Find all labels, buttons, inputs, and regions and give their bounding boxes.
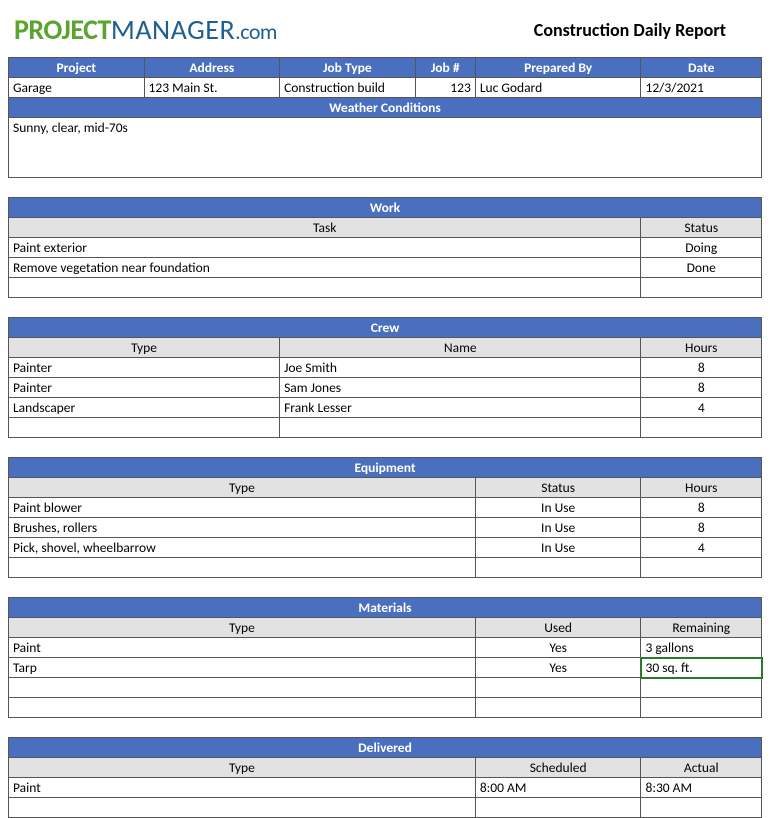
spacer [9,578,762,598]
cell-mat-type[interactable]: Tarp [9,658,476,678]
cell-equip-hours[interactable] [641,558,762,578]
cell-crew-name[interactable] [280,418,641,438]
cell-mat-remaining[interactable] [641,678,762,698]
logo-part2: MANAGER [111,12,235,47]
cell-address[interactable]: 123 Main St. [144,78,280,98]
cell-work-status[interactable] [641,278,762,298]
cell-equip-type[interactable]: Brushes, rollers [9,518,476,538]
header: PROJECTMANAGER.com Construction Daily Re… [0,0,770,57]
cell-equip-hours[interactable]: 8 [641,498,762,518]
cell-mat-remaining[interactable] [641,698,762,718]
cell-work-task[interactable]: Remove vegetation near foundation [9,258,641,278]
cell-del-scheduled[interactable]: 8:00 AM [475,778,641,798]
section-work: Work [9,198,762,218]
col-mat-type: Type [9,618,476,638]
col-crew-type: Type [9,338,280,358]
cell-mat-used[interactable]: Yes [475,638,641,658]
cell-crew-hours[interactable]: 4 [641,398,762,418]
cell-work-task[interactable]: Paint exterior [9,238,641,258]
cell-crew-type[interactable]: Painter [9,358,280,378]
col-date: Date [641,58,762,78]
cell-mat-type[interactable]: Paint [9,638,476,658]
report-table: Project Address Job Type Job # Prepared … [8,57,762,818]
col-crew-name: Name [280,338,641,358]
cell-del-actual[interactable]: 8:30 AM [641,778,762,798]
logo: PROJECTMANAGER.com [14,12,534,47]
cell-mat-used[interactable] [475,698,641,718]
cell-del-type[interactable] [9,798,476,818]
section-materials: Materials [9,598,762,618]
col-del-type: Type [9,758,476,778]
col-mat-used: Used [475,618,641,638]
col-jobtype: Job Type [280,58,416,78]
section-crew: Crew [9,318,762,338]
cell-work-status[interactable]: Doing [641,238,762,258]
cell-crew-hours[interactable] [641,418,762,438]
cell-equip-status[interactable]: In Use [475,538,641,558]
cell-mat-type[interactable] [9,678,476,698]
cell-work-task[interactable] [9,278,641,298]
col-mat-remaining: Remaining [641,618,762,638]
cell-mat-used[interactable]: Yes [475,658,641,678]
cell-work-status[interactable]: Done [641,258,762,278]
col-address: Address [144,58,280,78]
col-del-actual: Actual [641,758,762,778]
cell-jobnum[interactable]: 123 [415,78,475,98]
report-title: Construction Daily Report [534,19,756,41]
cell-crew-name[interactable]: Frank Lesser [280,398,641,418]
col-preparedby: Prepared By [475,58,641,78]
cell-mat-used[interactable] [475,678,641,698]
cell-mat-remaining-selected[interactable]: 30 sq. ft. [641,658,762,678]
spacer [9,178,762,198]
cell-date[interactable]: 12/3/2021 [641,78,762,98]
section-equipment: Equipment [9,458,762,478]
cell-project[interactable]: Garage [9,78,145,98]
cell-equip-type[interactable] [9,558,476,578]
cell-equip-hours[interactable]: 8 [641,518,762,538]
cell-equip-hours[interactable]: 4 [641,538,762,558]
cell-equip-status[interactable] [475,558,641,578]
cell-weather[interactable]: Sunny, clear, mid-70s [9,118,762,178]
logo-part3: .com [235,18,277,45]
cell-crew-type[interactable] [9,418,280,438]
cell-jobtype[interactable]: Construction build [280,78,416,98]
cell-equip-status[interactable]: In Use [475,518,641,538]
col-equip-type: Type [9,478,476,498]
cell-crew-name[interactable]: Joe Smith [280,358,641,378]
cell-crew-type[interactable]: Landscaper [9,398,280,418]
col-equip-status: Status [475,478,641,498]
col-crew-hours: Hours [641,338,762,358]
cell-del-scheduled[interactable] [475,798,641,818]
section-delivered: Delivered [9,738,762,758]
col-del-scheduled: Scheduled [475,758,641,778]
spacer [9,718,762,738]
col-equip-hours: Hours [641,478,762,498]
cell-equip-status[interactable]: In Use [475,498,641,518]
cell-preparedby[interactable]: Luc Godard [475,78,641,98]
cell-crew-name[interactable]: Sam Jones [280,378,641,398]
section-weather: Weather Conditions [9,98,762,118]
cell-crew-hours[interactable]: 8 [641,378,762,398]
spacer [9,298,762,318]
col-work-task: Task [9,218,641,238]
cell-equip-type[interactable]: Pick, shovel, wheelbarrow [9,538,476,558]
logo-part1: PROJECT [14,12,111,47]
cell-mat-type[interactable] [9,698,476,718]
cell-del-actual[interactable] [641,798,762,818]
cell-equip-type[interactable]: Paint blower [9,498,476,518]
cell-mat-remaining[interactable]: 3 gallons [641,638,762,658]
spacer [9,438,762,458]
cell-del-type[interactable]: Paint [9,778,476,798]
col-jobnum: Job # [415,58,475,78]
col-project: Project [9,58,145,78]
cell-crew-hours[interactable]: 8 [641,358,762,378]
col-work-status: Status [641,218,762,238]
cell-crew-type[interactable]: Painter [9,378,280,398]
